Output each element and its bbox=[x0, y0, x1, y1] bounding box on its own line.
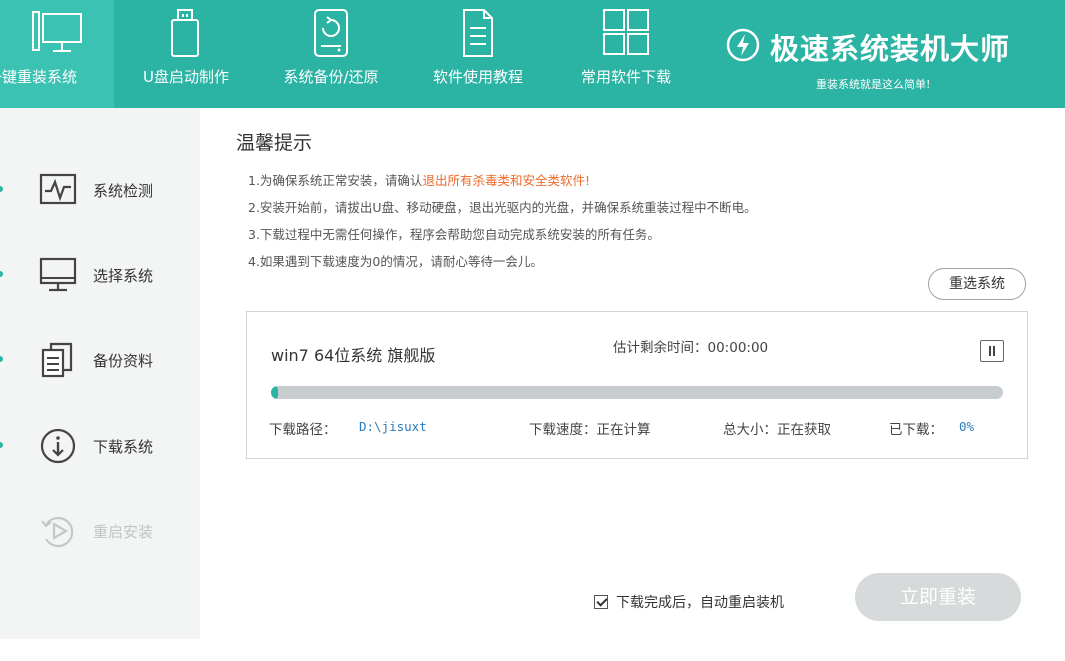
nav-label: 系统备份/还原 bbox=[283, 68, 379, 86]
brand-logo: 极速系统装机大师 重装系统就是这么简单! bbox=[726, 20, 1046, 100]
restart-play-icon bbox=[41, 516, 74, 548]
nav-usb-boot[interactable]: U盘启动制作 bbox=[114, 0, 258, 108]
tip-line-4: 4.如果遇到下载速度为0的情况，请耐心等待一会儿。 bbox=[248, 254, 543, 269]
auto-reboot-option[interactable]: 下载完成后，自动重启装机 bbox=[594, 592, 784, 612]
step-label: 选择系统 bbox=[93, 267, 154, 285]
copy-files-icon bbox=[41, 342, 73, 378]
nav-label: 常用软件下载 bbox=[580, 68, 671, 86]
nav-label: 一键重装系统 bbox=[0, 68, 77, 86]
step-select-system: 选择系统 bbox=[0, 243, 200, 303]
step-label: 重启安装 bbox=[93, 523, 154, 541]
tips-list: 1.为确保系统正常安装，请确认退出所有杀毒类和安全类软件! 2.安装开始前，请拔… bbox=[248, 170, 757, 278]
eta-text: 估计剩余时间：00:00:00 bbox=[613, 340, 769, 356]
step-dot bbox=[0, 186, 3, 192]
grid-apps-icon bbox=[603, 9, 649, 55]
nav-label: 软件使用教程 bbox=[432, 68, 523, 86]
document-icon bbox=[463, 9, 493, 57]
brand-title: 极速系统装机大师 bbox=[770, 32, 1011, 66]
desktop-icon bbox=[39, 257, 77, 292]
top-header: 一键重装系统 U盘启动制作 系统备份/还原 bbox=[0, 0, 1065, 108]
tip-warning: 退出所有杀毒类和安全类软件! bbox=[422, 173, 590, 188]
step-backup-data: 备份资料 bbox=[0, 328, 200, 388]
pause-button[interactable] bbox=[980, 340, 1004, 362]
speed-text: 下载速度：正在计算 bbox=[529, 422, 651, 438]
backup-disk-icon bbox=[314, 9, 348, 57]
step-download-system: 下载系统 bbox=[0, 414, 200, 474]
step-label: 系统检测 bbox=[93, 182, 154, 200]
downloaded-label: 已下载： bbox=[889, 422, 943, 438]
path-label: 下载路径： bbox=[269, 422, 337, 438]
tips-title: 温馨提示 bbox=[236, 132, 313, 154]
download-progress-bar bbox=[271, 386, 1003, 399]
usb-drive-icon bbox=[171, 9, 199, 57]
path-value: D:\jisuxt bbox=[359, 419, 427, 434]
step-dot bbox=[0, 442, 3, 448]
auto-reboot-checkbox[interactable] bbox=[594, 595, 608, 609]
tip-text: 1.为确保系统正常安装，请确认 bbox=[248, 173, 423, 188]
nav-label: U盘启动制作 bbox=[143, 68, 229, 86]
steps-sidebar: 系统检测 选择系统 备份资料 下载系统 重启安装 bbox=[0, 108, 200, 639]
downloaded-value: 0% bbox=[959, 419, 975, 434]
step-restart-install: 重启安装 bbox=[0, 499, 200, 559]
install-now-button[interactable]: 立即重装 bbox=[855, 573, 1021, 621]
nav-one-click-reinstall[interactable]: 一键重装系统 bbox=[0, 0, 114, 108]
nav-backup-restore[interactable]: 系统备份/还原 bbox=[258, 0, 404, 108]
reselect-system-button[interactable]: 重选系统 bbox=[928, 268, 1026, 300]
download-system-name: win7 64位系统 旗舰版 bbox=[271, 346, 436, 365]
main-panel: 温馨提示 1.为确保系统正常安装，请确认退出所有杀毒类和安全类软件! 2.安装开… bbox=[200, 108, 1065, 661]
download-progress-fill bbox=[271, 386, 279, 399]
step-label: 下载系统 bbox=[93, 438, 154, 456]
tip-line-1: 1.为确保系统正常安装，请确认退出所有杀毒类和安全类软件! bbox=[248, 170, 757, 197]
nav-tutorial[interactable]: 软件使用教程 bbox=[404, 0, 552, 108]
top-nav: 一键重装系统 U盘启动制作 系统备份/还原 bbox=[0, 0, 700, 108]
step-dot bbox=[0, 271, 3, 277]
tip-line-3: 3.下载过程中无需任何操作，程序会帮助您自动完成系统安装的所有任务。 bbox=[248, 227, 660, 242]
step-system-check: 系统检测 bbox=[0, 158, 200, 218]
lightning-icon bbox=[726, 28, 760, 62]
pulse-monitor-icon bbox=[39, 173, 77, 205]
monitor-icon bbox=[32, 11, 82, 52]
download-circle-icon bbox=[40, 428, 76, 464]
step-dot bbox=[0, 356, 3, 362]
download-panel: win7 64位系统 旗舰版 估计剩余时间：00:00:00 下载路径： D:\… bbox=[246, 311, 1028, 459]
tip-line-2: 2.安装开始前，请拔出U盘、移动硬盘，退出光驱内的光盘，并确保系统重装过程中不断… bbox=[248, 200, 757, 215]
total-size-text: 总大小：正在获取 bbox=[723, 422, 831, 438]
step-label: 备份资料 bbox=[93, 352, 154, 370]
brand-subtitle: 重装系统就是这么简单! bbox=[816, 78, 931, 91]
auto-reboot-label: 下载完成后，自动重启装机 bbox=[616, 595, 784, 611]
nav-software-download[interactable]: 常用软件下载 bbox=[552, 0, 700, 108]
